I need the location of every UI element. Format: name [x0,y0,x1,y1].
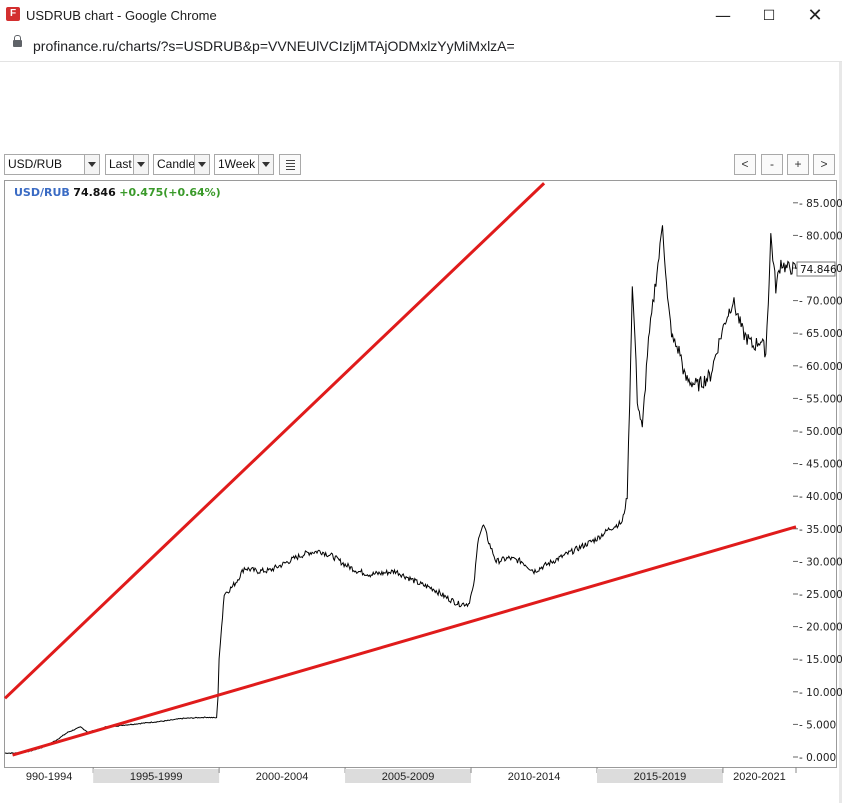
y-tick-label: - 25.000 [799,589,842,601]
y-tick-label: - 65.000 [799,328,842,340]
quote-header: USD/RUB 74.846 +0.475(+0.64%) [14,186,221,199]
trendline [3,182,546,700]
y-tick-label: - 80.000 [799,230,842,242]
period-label: 1995-1999 [130,771,183,783]
y-tick-label: - 15.000 [799,654,842,666]
y-tick-label: - 10.000 [799,687,842,699]
last-price-label: 74.846 [800,264,837,276]
quote-symbol: USD/RUB [14,186,70,199]
y-tick-label: - 50.000 [799,426,842,438]
period-label: 2015-2019 [634,771,687,783]
y-tick-label: - 0.000 [799,752,836,764]
quote-last-price: 74.846 [73,186,116,199]
price-series-line [4,225,797,755]
period-label: 2000-2004 [256,771,309,783]
y-tick-label: - 20.000 [799,622,842,634]
period-label: 990-1994 [26,771,73,783]
y-tick-label: - 85.000 [799,198,842,210]
period-label: 2010-2014 [508,771,561,783]
y-tick-label: - 35.000 [799,524,842,536]
period-label: 2005-2009 [382,771,435,783]
y-tick-label: - 70.000 [799,296,842,308]
y-tick-label: - 40.000 [799,491,842,503]
y-tick-label: - 60.000 [799,361,842,373]
period-label: 2020-2021 [733,771,786,783]
quote-change: +0.475(+0.64%) [119,186,221,199]
y-tick-label: - 30.000 [799,556,842,568]
trendline [12,525,797,757]
y-tick-label: - 55.000 [799,393,842,405]
y-tick-label: - 45.000 [799,459,842,471]
y-tick-label: - 5.000 [799,719,836,731]
price-chart[interactable]: 990-1994 1995-1999 2000-2004 2005-2009 2010-… [0,0,842,803]
